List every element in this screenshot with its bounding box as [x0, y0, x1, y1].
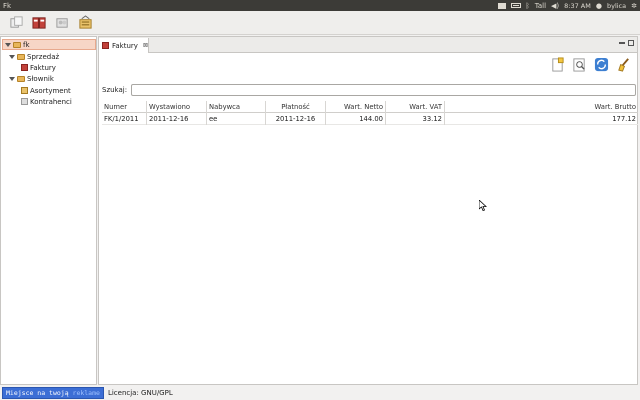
mail-icon[interactable] — [497, 2, 506, 9]
ad-highlight: reklame — [72, 389, 100, 397]
user-name[interactable]: bylica — [607, 2, 626, 10]
volume-icon[interactable]: ◀) — [551, 2, 559, 10]
column-header[interactable]: Wart. VAT — [386, 100, 445, 113]
refresh-icon[interactable] — [593, 56, 610, 73]
power-icon[interactable]: ✲ — [631, 2, 637, 10]
product-icon[interactable] — [77, 14, 94, 31]
cell-numer: FK/1/2011 — [102, 112, 147, 125]
indicator-area: ᛒ Tall ◀) 8:37 AM ● bylica ✲ — [497, 1, 640, 10]
main-toolbar — [0, 11, 640, 35]
folder-open-icon — [17, 75, 25, 82]
search-icon[interactable] — [571, 56, 588, 73]
table-row[interactable]: FK/1/2011 2011-12-16 ee 2011-12-16 144.0… — [102, 112, 638, 125]
system-top-bar: Fk ᛒ Tall ◀) 8:37 AM ● bylica ✲ — [0, 0, 640, 11]
expand-arrow-icon[interactable] — [5, 42, 11, 47]
cell-brutto: 177.12 — [612, 114, 636, 123]
tree-item-label: Faktury — [30, 63, 56, 72]
product-icon — [21, 87, 28, 94]
tab-faktury[interactable]: Faktury ⊠ — [99, 38, 149, 53]
expand-arrow-icon[interactable] — [9, 76, 15, 81]
search-input[interactable] — [131, 84, 636, 96]
bluetooth-icon[interactable]: ᛒ — [526, 2, 530, 10]
navigator-tree: fk Sprzedaż Faktury Słownik Asortyment K… — [0, 36, 97, 385]
license-label: Licencja: GNU/GPL — [107, 389, 173, 397]
invoice-icon[interactable] — [31, 14, 48, 31]
close-icon[interactable]: ⊠ — [143, 42, 148, 49]
cell-netto: 144.00 — [326, 112, 386, 125]
invoice-icon — [21, 64, 28, 71]
table-header: Numer Wystawiono Nabywca Płatność Wart. … — [102, 100, 638, 113]
tree-root-fk[interactable]: fk — [2, 39, 96, 50]
tab-strip: Faktury ⊠ — [99, 37, 637, 53]
tree-item-faktury[interactable]: Faktury — [21, 62, 56, 73]
folder-open-icon — [13, 41, 21, 48]
battery-icon[interactable] — [510, 3, 521, 8]
copy-icon[interactable] — [8, 14, 25, 31]
search-label: Szukaj: — [102, 86, 128, 94]
ad-banner[interactable]: Miejsce na twoją reklame — [2, 387, 104, 399]
mouse-cursor-icon — [479, 200, 487, 211]
new-icon[interactable] — [549, 56, 566, 73]
maximize-icon[interactable] — [628, 40, 634, 46]
column-header[interactable]: Numer — [102, 100, 147, 113]
clock[interactable]: 8:37 AM — [564, 2, 591, 10]
expand-arrow-icon[interactable] — [9, 54, 15, 59]
column-header[interactable]: Wart. Brutto — [445, 101, 638, 113]
tree-group-sprzedaz[interactable]: Sprzedaż — [9, 51, 59, 62]
column-header[interactable]: Wystawiono — [147, 100, 207, 113]
view-actions — [549, 56, 632, 73]
cell-wystawiono: 2011-12-16 — [147, 112, 207, 125]
tree-group-label: Sprzedaż — [27, 52, 60, 61]
cell-vat: 33.12 — [386, 112, 445, 125]
tree-item-kontrahenci[interactable]: Kontrahenci — [21, 96, 72, 107]
tree-item-label: Kontrahenci — [30, 97, 72, 106]
editor-panel: Faktury ⊠ Szukaj: Numer Wystawiono Nabyw… — [98, 36, 638, 385]
tab-label: Faktury — [112, 41, 138, 50]
column-header[interactable]: Wart. Netto — [326, 100, 386, 113]
search-row: Szukaj: — [102, 84, 636, 96]
tree-group-slownik[interactable]: Słownik — [9, 73, 54, 84]
cell-platnosc: 2011-12-16 — [266, 112, 326, 125]
invoice-icon — [102, 42, 109, 49]
tree-item-label: Asortyment — [30, 86, 71, 95]
invoice-table: Numer Wystawiono Nabywca Płatność Wart. … — [102, 100, 638, 125]
view-controls — [619, 40, 634, 46]
contractors-icon — [21, 98, 28, 105]
minimize-icon[interactable] — [619, 42, 625, 44]
clear-icon[interactable] — [615, 56, 632, 73]
tree-group-label: Słownik — [27, 74, 54, 83]
user-icon: ● — [595, 1, 602, 10]
column-header[interactable]: Płatność — [266, 100, 326, 113]
folder-open-icon — [17, 53, 25, 60]
contractors-icon[interactable] — [54, 14, 71, 31]
network-icon[interactable]: Tall — [535, 2, 546, 10]
tree-item-asortyment[interactable]: Asortyment — [21, 85, 71, 96]
column-header[interactable]: Nabywca — [207, 100, 266, 113]
tree-root-label: fk — [23, 40, 30, 49]
app-title: Fk — [3, 1, 12, 10]
status-bar: Miejsce na twoją reklame Licencja: GNU/G… — [0, 386, 640, 400]
cell-nabywca: ee — [207, 112, 266, 125]
ad-text: Miejsce na twoją — [6, 389, 73, 397]
